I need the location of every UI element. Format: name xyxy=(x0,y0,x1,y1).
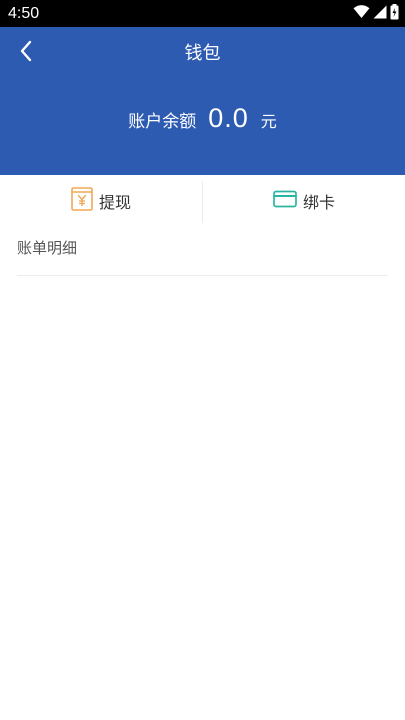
battery-icon xyxy=(390,3,399,24)
withdraw-icon xyxy=(71,187,93,215)
status-bar: 4:50 xyxy=(0,0,405,27)
status-time: 4:50 xyxy=(8,5,40,22)
withdraw-label: 提现 xyxy=(98,193,131,212)
wifi-icon xyxy=(353,4,370,23)
balance-value: 0.0 xyxy=(208,103,249,133)
bill-section-title: 账单明细 xyxy=(17,239,78,257)
withdraw-button[interactable]: 提现 xyxy=(0,175,202,227)
balance-label: 账户余额 xyxy=(128,112,197,132)
page-title: 钱包 xyxy=(184,43,221,64)
bill-list[interactable] xyxy=(0,276,405,720)
wallet-screen: 4:50 钱包 账户余额 0.0 元 提现 绑卡 账单明细 xyxy=(0,0,405,720)
action-row: 提现 绑卡 xyxy=(0,175,405,227)
balance-unit: 元 xyxy=(260,112,277,131)
balance-row: 账户余额 0.0 元 xyxy=(0,103,405,134)
signal-icon xyxy=(373,4,387,23)
status-icons xyxy=(353,3,399,24)
wallet-header: 钱包 账户余额 0.0 元 xyxy=(0,27,405,175)
bind-card-button[interactable]: 绑卡 xyxy=(203,175,405,227)
bank-card-icon xyxy=(273,190,297,212)
bind-card-label: 绑卡 xyxy=(302,193,335,212)
